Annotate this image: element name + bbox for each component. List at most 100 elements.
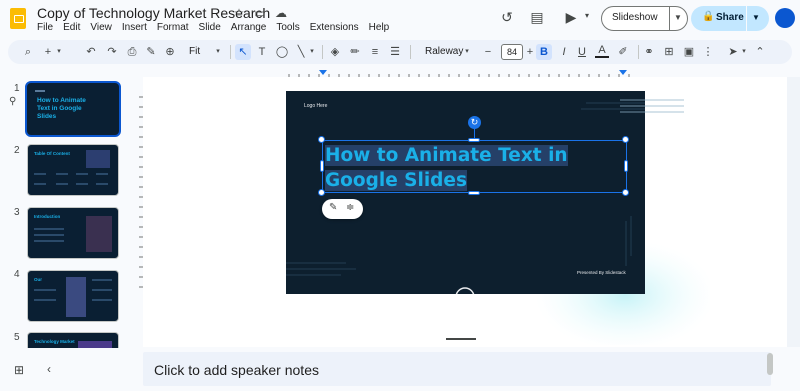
chevron-down-icon[interactable]: ▾ <box>55 44 63 60</box>
thumb-line <box>34 240 64 242</box>
undo-icon[interactable]: ↶ <box>84 44 98 60</box>
notes-resize-handle[interactable] <box>446 338 476 340</box>
slide-thumbnail-5[interactable]: Technology Market <box>27 332 119 348</box>
menu-extensions[interactable]: Extensions <box>310 22 359 33</box>
share-label: Share <box>716 12 744 23</box>
menu-slide[interactable]: Slide <box>199 22 221 33</box>
border-dash-icon[interactable]: ☰ <box>388 44 402 60</box>
share-button[interactable]: 🔒 Share ▼ <box>691 6 769 31</box>
thumbnail-title: Introduction <box>34 214 61 219</box>
thumb-line <box>34 183 46 185</box>
increase-font-icon[interactable]: + <box>524 44 536 60</box>
notes-scrollbar[interactable] <box>767 353 773 375</box>
lock-icon: 🔒 <box>702 11 715 22</box>
resize-handle-left[interactable] <box>320 160 324 172</box>
avatar[interactable] <box>775 8 795 28</box>
input-tools-icon[interactable]: ➤ <box>726 44 740 60</box>
chevron-down-icon[interactable]: ▾ <box>308 44 316 60</box>
comments-icon[interactable]: ▤ <box>527 9 547 26</box>
vertical-scrollbar[interactable] <box>787 77 800 347</box>
zoom-icon[interactable]: ⊕ <box>163 44 177 60</box>
slide-number: 3 <box>14 207 20 218</box>
resize-handle-bottom[interactable] <box>468 191 480 195</box>
slide-number: 1 <box>14 83 20 94</box>
fill-color-icon[interactable]: ◈ <box>328 44 342 60</box>
image-icon[interactable]: ▣ <box>682 44 696 60</box>
presented-by-text[interactable]: Presented By Slidestack <box>577 270 626 275</box>
thumbnail-title: Table Of Content <box>34 151 70 156</box>
menu-insert[interactable]: Insert <box>122 22 147 33</box>
bold-button[interactable]: B <box>536 44 552 60</box>
highlight-icon[interactable]: ✐ <box>616 44 630 60</box>
link-icon[interactable]: ⚭ <box>642 44 656 60</box>
thumb-line <box>56 183 68 185</box>
text-action-pill: ✎ ≑ <box>322 199 363 219</box>
thumb-line <box>34 173 46 175</box>
slide-thumbnail-2[interactable]: Table Of Content <box>27 144 119 196</box>
border-color-icon[interactable]: ✏ <box>348 44 362 60</box>
thumbnail-title: How to Animate Text in Google Slides <box>37 97 86 120</box>
chevron-down-icon[interactable]: ▾ <box>213 44 223 60</box>
comment-icon[interactable]: ⊞ <box>662 44 676 60</box>
slideshow-button[interactable]: Slideshow ▼ <box>601 6 688 31</box>
collapse-panel-icon[interactable]: ‹ <box>47 362 51 376</box>
divider <box>638 45 639 59</box>
slide-thumbnail-1[interactable]: How to Animate Text in Google Slides <box>25 81 121 137</box>
slideshow-label: Slideshow <box>612 12 658 23</box>
text-color-button[interactable]: A <box>595 44 609 58</box>
resize-handle-right[interactable] <box>624 160 628 172</box>
italic-button[interactable]: I <box>557 44 571 60</box>
select-icon[interactable]: ↖ <box>235 44 251 60</box>
collapse-toolbar-icon[interactable]: ⌃ <box>753 44 767 60</box>
redo-icon[interactable]: ↷ <box>105 44 119 60</box>
shape-icon[interactable]: ◯ <box>275 44 289 60</box>
menu-file[interactable]: File <box>37 22 53 33</box>
chevron-down-icon[interactable]: ▾ <box>740 44 748 60</box>
magic-wand-icon[interactable]: ✎ <box>329 202 337 213</box>
line-icon[interactable]: ╲ <box>294 44 308 60</box>
chevron-down-icon[interactable]: ▾ <box>462 44 472 60</box>
border-weight-icon[interactable]: ≡ <box>368 44 382 60</box>
font-family-select[interactable]: Raleway <box>425 44 463 60</box>
thumb-line <box>56 173 68 175</box>
more-options-icon[interactable]: ⋮ <box>701 44 715 60</box>
speaker-notes[interactable]: Click to add speaker notes <box>143 352 771 386</box>
rotate-icon[interactable]: ↻ <box>468 116 481 129</box>
paint-format-icon[interactable]: ✎ <box>144 44 158 60</box>
resize-handle-top-left[interactable] <box>318 136 325 143</box>
text-selection-box[interactable] <box>322 140 627 193</box>
slide-thumbnail-3[interactable]: Introduction <box>27 207 119 259</box>
slides-logo-icon[interactable] <box>10 8 26 29</box>
menu-arrange[interactable]: Arrange <box>231 22 267 33</box>
menu-view[interactable]: View <box>90 22 112 33</box>
underline-button[interactable]: U <box>575 44 589 60</box>
resize-handle-bottom-left[interactable] <box>318 189 325 196</box>
menu-tools[interactable]: Tools <box>276 22 299 33</box>
grid-view-icon[interactable]: ⊞ <box>14 363 24 377</box>
chevron-down-icon[interactable]: ▾ <box>577 11 597 20</box>
menu-help[interactable]: Help <box>369 22 390 33</box>
menu-edit[interactable]: Edit <box>63 22 80 33</box>
add-icon[interactable]: + <box>41 44 55 60</box>
slide-number: 5 <box>14 332 20 343</box>
text-adjust-icon[interactable]: ≑ <box>346 202 354 213</box>
star-icon[interactable]: ☆ <box>232 6 246 20</box>
font-size-input[interactable]: 84 <box>501 44 523 60</box>
text-box-icon[interactable]: T <box>255 44 269 60</box>
chevron-down-icon[interactable]: ▼ <box>752 13 760 22</box>
search-icon[interactable]: ⌕ <box>21 44 35 60</box>
speaker-notes-placeholder[interactable]: Click to add speaker notes <box>154 362 319 378</box>
resize-handle-top-right[interactable] <box>622 136 629 143</box>
menu-format[interactable]: Format <box>157 22 189 33</box>
chevron-down-icon[interactable]: ▼ <box>674 13 682 22</box>
print-icon[interactable]: ⎙ <box>125 44 139 60</box>
decrease-font-icon[interactable]: − <box>482 44 494 60</box>
thumb-line <box>92 299 112 301</box>
folder-move-icon[interactable]: ▭ <box>253 6 267 20</box>
resize-handle-top[interactable] <box>468 138 480 142</box>
slide-thumbnail-4[interactable]: Our <box>27 270 119 322</box>
cloud-done-icon[interactable]: ☁ <box>274 6 288 20</box>
zoom-select[interactable]: Fit <box>189 44 200 60</box>
history-icon[interactable]: ↺ <box>497 9 517 26</box>
resize-handle-bottom-right[interactable] <box>622 189 629 196</box>
